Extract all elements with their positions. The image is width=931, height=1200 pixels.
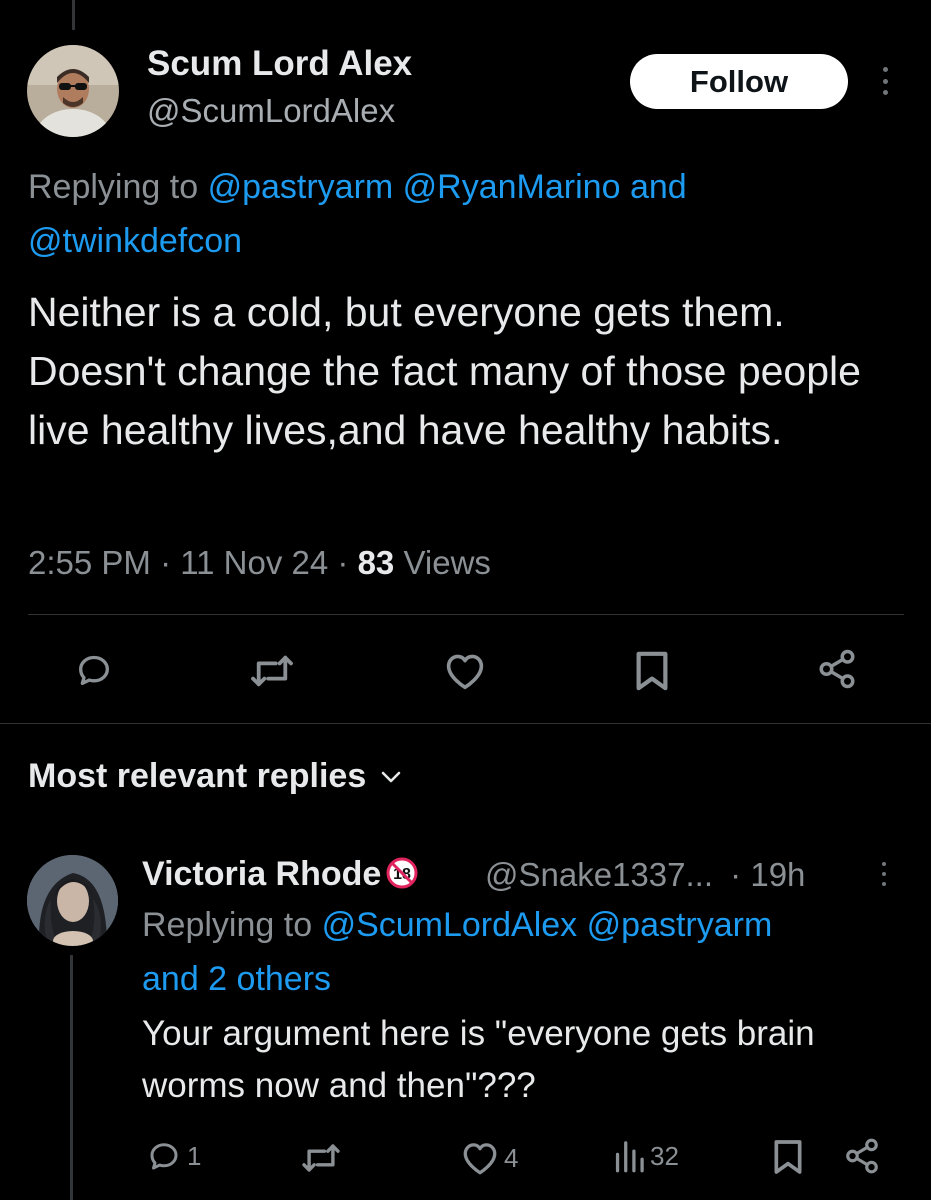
follow-button[interactable]: Follow (630, 54, 848, 109)
views-count: 83 (357, 544, 395, 581)
reply-author-name[interactable]: Victoria Rhode 18 (142, 855, 423, 894)
reply-views-button[interactable]: 32 (612, 1138, 679, 1174)
views-label: Views (403, 544, 491, 581)
reply-like-button[interactable]: 4 (460, 1140, 518, 1176)
bookmark-button[interactable] (634, 650, 670, 692)
views-icon (615, 1141, 644, 1173)
share-icon (819, 649, 855, 689)
replies-sort-dropdown[interactable]: Most relevant replies (28, 757, 402, 796)
retweet-icon (251, 655, 293, 687)
mention-link[interactable]: @pastryarm (208, 168, 394, 206)
reply-author-handle: @Snake1337... · 19h (485, 856, 806, 893)
chevron-down-icon (381, 771, 401, 782)
replying-prefix: Replying to (28, 168, 199, 206)
replying-prefix: Replying to (142, 906, 313, 944)
tweet-meta: 2:55 PM · 11 Nov 24 · 83 Views (28, 544, 491, 582)
reply-icon (150, 1143, 178, 1170)
reply-text: Your argument here is "everyone gets bra… (142, 1014, 815, 1105)
no-18-icon: 18 (386, 857, 418, 889)
mention-and[interactable]: and (630, 168, 687, 206)
divider (0, 723, 931, 724)
reply-retweet-button[interactable] (300, 1141, 342, 1175)
tweet-time[interactable]: 2:55 PM (28, 544, 151, 581)
replying-to: Replying to @pastryarm @RyanMarino and @… (28, 160, 687, 268)
share-icon (846, 1138, 878, 1174)
bookmark-icon (774, 1140, 802, 1174)
retweet-icon (302, 1144, 340, 1172)
reply-author-avatar[interactable] (27, 855, 118, 946)
more-options-icon[interactable] (880, 67, 890, 95)
tweet-date[interactable]: 11 Nov 24 (180, 544, 328, 581)
author-avatar[interactable] (27, 45, 119, 137)
thread-line (72, 0, 75, 30)
bookmark-icon (636, 651, 668, 691)
author-name[interactable]: Scum Lord Alex (147, 44, 412, 84)
author-handle[interactable]: @ScumLordAlex (147, 92, 395, 130)
view-count: 32 (650, 1140, 679, 1171)
reply-more-options-icon[interactable] (880, 862, 888, 886)
others-link[interactable]: and 2 others (142, 960, 331, 998)
reply-bookmark-button[interactable] (773, 1138, 803, 1176)
reply-replying-to: Replying to @ScumLordAlex @pastryarm and… (142, 898, 772, 1006)
mention-link[interactable]: @RyanMarino (403, 168, 621, 206)
thread-line (70, 955, 73, 1200)
like-icon (463, 1143, 497, 1175)
mention-link[interactable]: @ScumLordAlex (322, 906, 578, 944)
reply-icon (79, 655, 110, 685)
tweet-text: Neither is a cold, but everyone gets the… (28, 289, 861, 453)
reply-reply-button[interactable]: 1 (145, 1138, 201, 1174)
reply-button[interactable] (72, 650, 116, 690)
reply-share-button[interactable] (843, 1136, 881, 1176)
divider (28, 614, 904, 615)
mention-link[interactable]: @pastryarm (587, 906, 773, 944)
reply-count: 1 (187, 1140, 202, 1171)
like-count: 4 (504, 1142, 519, 1173)
separator: · (160, 544, 172, 581)
retweet-button[interactable] (248, 652, 296, 690)
replies-section-title: Most relevant replies (28, 757, 367, 795)
reply-time[interactable]: 19h (750, 856, 805, 893)
separator: · (337, 544, 349, 581)
mention-link[interactable]: @twinkdefcon (28, 222, 242, 260)
like-button[interactable] (442, 651, 488, 691)
share-button[interactable] (816, 648, 858, 690)
like-icon (446, 654, 484, 690)
